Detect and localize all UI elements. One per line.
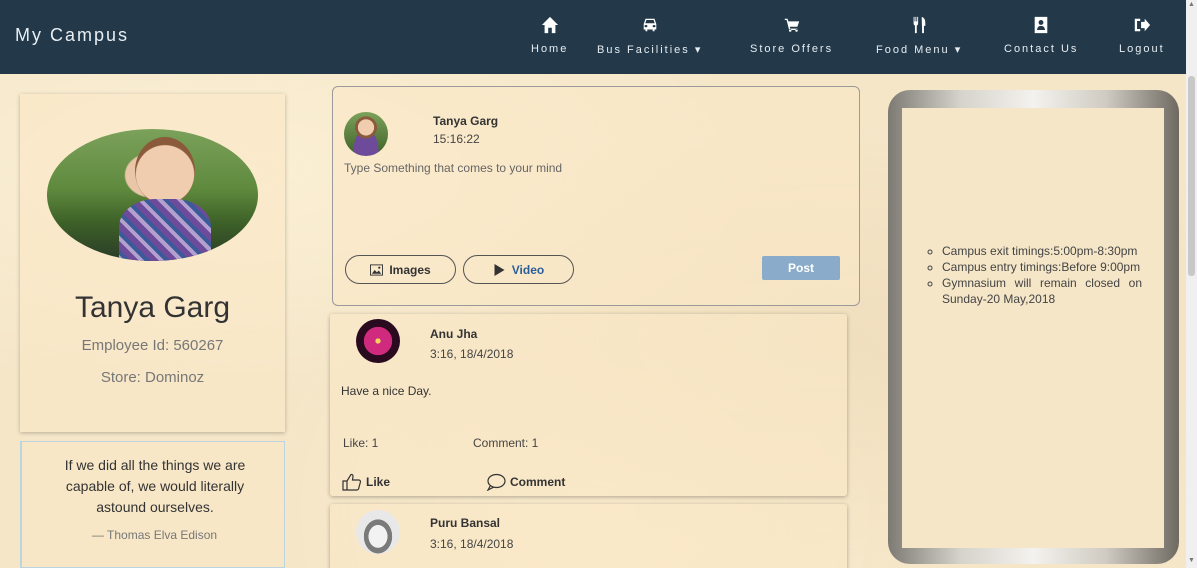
notice-item: Gymnasium will remain closed on Sunday-2… (942, 275, 1142, 307)
post-author: Puru Bansal (430, 516, 501, 530)
home-icon (541, 16, 558, 34)
scroll-up-arrow[interactable]: ▲ (1188, 1, 1195, 8)
thumbs-up-icon (342, 473, 362, 491)
cutlery-icon (913, 16, 926, 34)
post-avatar (356, 319, 400, 363)
notice-board: Campus exit timings:5:00pm-8:30pm Campus… (888, 90, 1179, 564)
nav-contact-us[interactable]: Contact Us (1004, 16, 1078, 55)
bus-icon (643, 18, 656, 32)
profile-avatar (47, 129, 258, 261)
post-button[interactable]: Post (762, 256, 840, 280)
nav-food-menu[interactable]: Food Menu ▾ (876, 16, 962, 56)
notice-item: Campus entry timings:Before 9:00pm (942, 259, 1142, 275)
nav-logout[interactable]: Logout (1119, 16, 1165, 55)
nav-contact-label: Contact Us (1004, 43, 1079, 55)
quote-text: If we did all the things we are capable … (64, 457, 246, 515)
images-label: Images (389, 262, 431, 277)
composer-avatar (344, 112, 388, 156)
video-label: Video (511, 262, 545, 277)
feed-post: Anu Jha 3:16, 18/4/2018 Have a nice Day.… (330, 314, 847, 496)
notice-item: Campus exit timings:5:00pm-8:30pm (942, 243, 1142, 259)
notice-board-inner: Campus exit timings:5:00pm-8:30pm Campus… (902, 108, 1164, 548)
nav-food-label: Food Menu ▾ (876, 44, 963, 56)
post-author: Anu Jha (430, 327, 478, 341)
top-navbar: My Campus Home Bus Facilities ▾ Store Of… (0, 0, 1197, 74)
composer-author: Tanya Garg (433, 114, 499, 128)
nav-store-label: Store Offers (750, 43, 834, 55)
contact-icon (1034, 16, 1048, 34)
post-time: 3:16, 18/4/2018 (430, 537, 514, 551)
scrollbar-thumb[interactable] (1188, 76, 1195, 276)
post-body: Have a nice Day. (341, 384, 432, 398)
add-images-button[interactable]: Images (345, 255, 456, 284)
nav-bus-facilities[interactable]: Bus Facilities ▾ (597, 16, 702, 56)
add-video-button[interactable]: Video (463, 255, 574, 284)
avatar-head (135, 137, 195, 205)
notice-list: Campus exit timings:5:00pm-8:30pm Campus… (942, 243, 1142, 307)
avatar-body (119, 199, 211, 261)
play-icon (494, 263, 505, 276)
post-composer: Tanya Garg 15:16:22 Images Video Post (332, 86, 860, 306)
feed-post: Puru Bansal 3:16, 18/4/2018 (330, 504, 847, 568)
quote-card: If we did all the things we are capable … (20, 441, 285, 568)
employee-id: Employee Id: 560267 (81, 337, 224, 354)
nav-home-label: Home (531, 43, 569, 55)
post-avatar (356, 510, 400, 554)
comment-icon (486, 473, 506, 491)
logout-icon (1134, 18, 1150, 32)
image-icon (370, 263, 384, 276)
brand-title[interactable]: My Campus (15, 25, 129, 46)
nav-store-offers[interactable]: Store Offers (750, 16, 833, 55)
like-button[interactable]: Like (342, 473, 390, 491)
comment-label: Comment (510, 475, 566, 489)
quote-author: — Thomas Elva Edison (91, 528, 218, 542)
comment-button[interactable]: Comment (486, 473, 565, 491)
like-count: Like: 1 (343, 436, 379, 450)
composer-time: 15:16:22 (433, 132, 480, 146)
comment-count: Comment: 1 (473, 436, 539, 450)
scroll-down-arrow[interactable]: ▼ (1188, 557, 1195, 564)
nav-home[interactable]: Home (531, 16, 568, 55)
profile-card: Tanya Garg Employee Id: 560267 Store: Do… (20, 94, 285, 432)
post-time: 3:16, 18/4/2018 (430, 347, 514, 361)
like-label: Like (366, 475, 391, 489)
nav-logout-label: Logout (1119, 43, 1165, 55)
profile-name: Tanya Garg (74, 291, 231, 324)
post-input[interactable] (344, 161, 844, 241)
store-name: Store: Dominoz (100, 369, 205, 386)
nav-bus-label: Bus Facilities ▾ (597, 44, 703, 56)
cart-icon (784, 18, 799, 32)
